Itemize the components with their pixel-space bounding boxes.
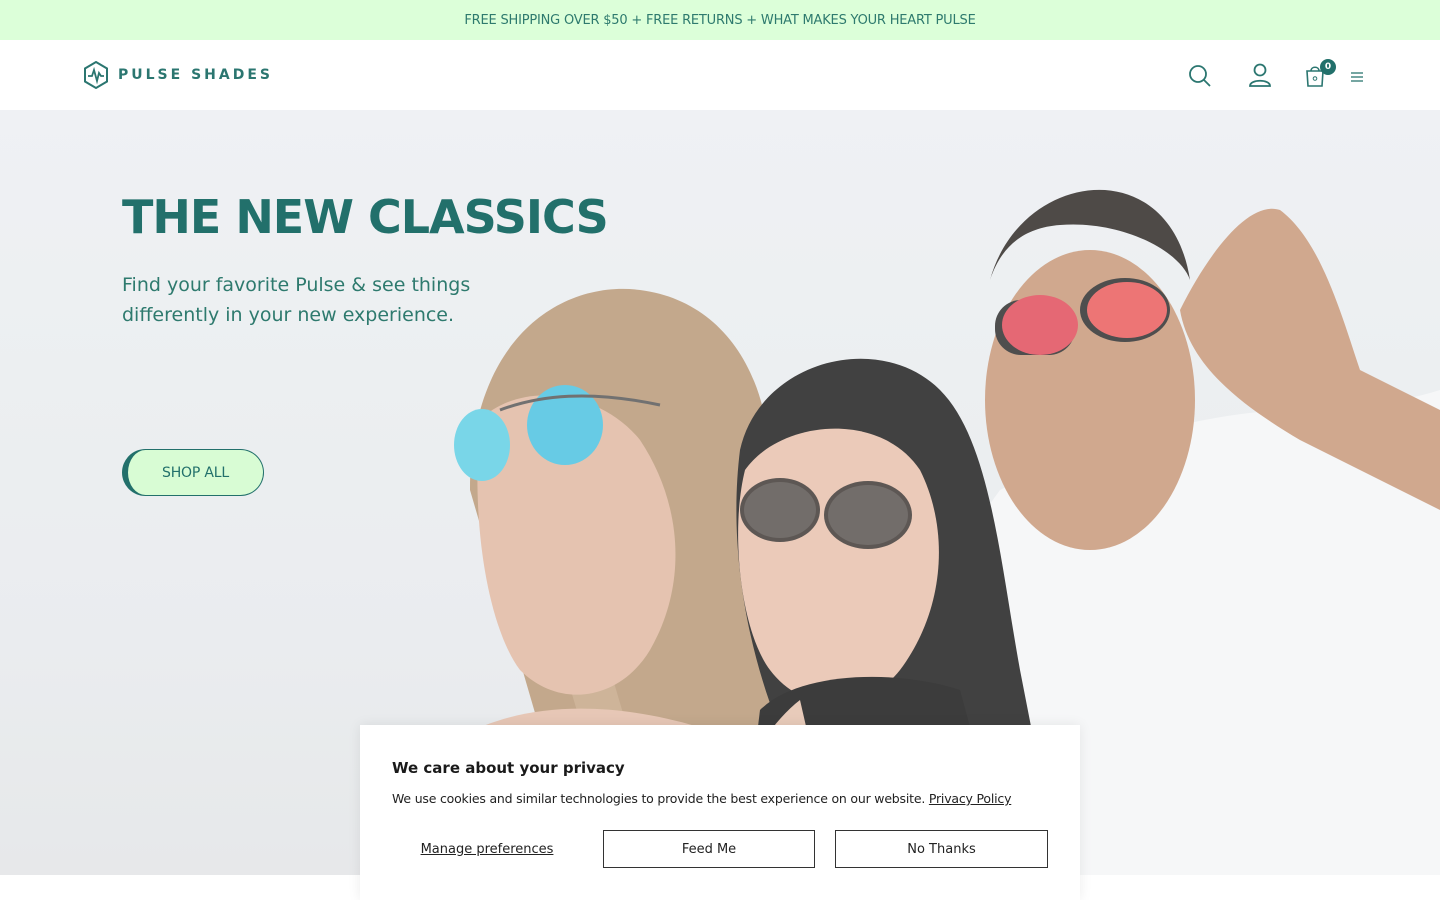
consent-actions: Manage preferences Feed Me No Thanks [392, 830, 1048, 868]
consent-text: We use cookies and similar technologies … [392, 791, 926, 806]
search-icon[interactable] [1187, 63, 1213, 89]
logo-text: PULSE SHADES [118, 67, 273, 83]
logo[interactable]: PULSE SHADES [84, 61, 273, 89]
cart-count-badge: 0 [1320, 59, 1336, 75]
no-thanks-button[interactable]: No Thanks [835, 830, 1048, 868]
shop-all-button[interactable]: SHOP ALL [122, 449, 264, 496]
hero-subtitle: Find your favorite Pulse & see things di… [122, 274, 471, 326]
announcement-bar: FREE SHIPPING OVER $50 + FREE RETURNS + … [0, 0, 1440, 40]
announcement-text: FREE SHIPPING OVER $50 + FREE RETURNS + … [464, 12, 976, 28]
privacy-policy-link[interactable]: Privacy Policy [929, 791, 1012, 806]
pulse-logo-icon [84, 61, 108, 89]
cookie-consent-dialog: We care about your privacy We use cookie… [360, 725, 1080, 900]
menu-icon[interactable] [1349, 70, 1365, 84]
feed-me-button[interactable]: Feed Me [603, 830, 815, 868]
hero-title: THE NEW CLASSICS [122, 190, 609, 244]
site-header: PULSE SHADES 0 [0, 40, 1440, 110]
consent-title: We care about your privacy [392, 759, 625, 777]
account-icon[interactable] [1247, 62, 1273, 88]
manage-preferences-link[interactable]: Manage preferences [392, 830, 582, 868]
consent-text-line: We use cookies and similar technologies … [392, 791, 1048, 806]
